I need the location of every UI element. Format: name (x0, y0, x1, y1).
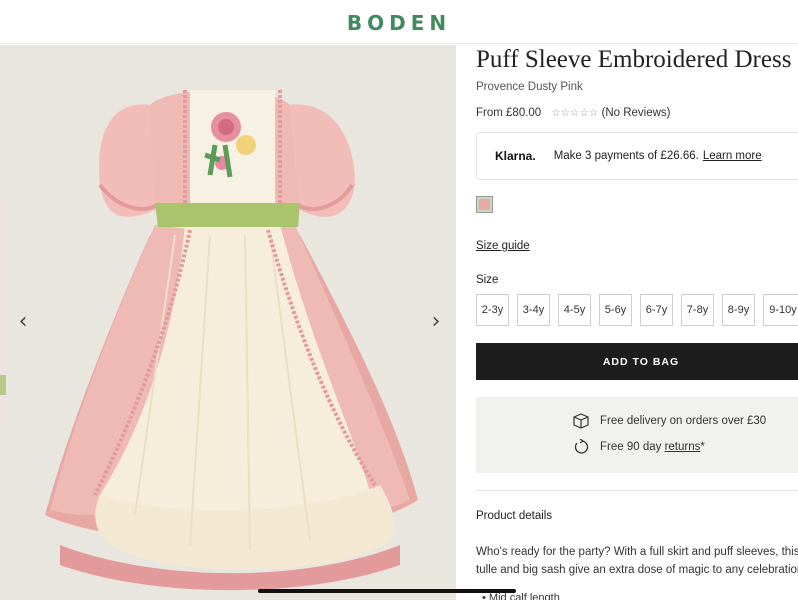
star-rating-icon: ☆☆☆☆☆ (551, 107, 599, 119)
size-option[interactable]: 8-9y (722, 294, 755, 326)
product-price: From £80.00 (476, 107, 542, 119)
product-color: Provence Dusty Pink (476, 81, 583, 93)
color-swatch[interactable] (476, 196, 493, 213)
size-guide-link[interactable]: Size guide (476, 240, 530, 252)
product-title: Puff Sleeve Embroidered Dress (476, 46, 792, 73)
returns-asterisk: * (700, 441, 705, 453)
product-details-heading[interactable]: Product details (476, 510, 552, 522)
site-header: BODEN (0, 0, 798, 44)
product-image-dress (45, 90, 418, 591)
size-option[interactable]: 2-3y (476, 294, 509, 326)
size-option[interactable]: 7-8y (681, 294, 714, 326)
rating-stars[interactable]: ☆☆☆☆☆ (No Reviews) (551, 107, 670, 119)
size-option[interactable]: 9-10y (763, 294, 798, 326)
chevron-right-icon: › (431, 309, 441, 334)
price-rating-row: From £80.00 ☆☆☆☆☆ (No Reviews) (476, 107, 671, 119)
delivery-info-box: Free delivery on orders over £30 Free 90… (476, 397, 798, 473)
boden-logo[interactable]: BODEN (0, 11, 798, 35)
description-line: tulle and big sash give an extra dose of… (476, 564, 798, 576)
chevron-left-icon: ‹ (18, 309, 28, 334)
free-returns-line: Free 90 day returns * (572, 439, 705, 455)
size-option[interactable]: 4-5y (558, 294, 591, 326)
free-delivery-line: Free delivery on orders over £30 (572, 413, 766, 429)
klarna-text: Make 3 payments of £26.66. (553, 150, 699, 162)
section-divider (476, 490, 798, 491)
next-image-button[interactable]: › (421, 307, 451, 337)
product-description: Who's ready for the party? With a full s… (476, 543, 798, 579)
size-label: Size (476, 274, 499, 286)
product-image-gallery[interactable]: ‹ › (0, 45, 456, 600)
klarna-learn-more-link[interactable]: Learn more (703, 150, 762, 162)
reviews-count: (No Reviews) (601, 107, 671, 119)
description-line: Who's ready for the party? With a full s… (476, 546, 798, 558)
klarna-logo: Klarna. (495, 149, 536, 163)
add-to-bag-button[interactable]: ADD TO BAG (476, 343, 798, 380)
product-details-panel: Puff Sleeve Embroidered Dress Provence D… (476, 44, 798, 600)
free-delivery-text: Free delivery on orders over £30 (600, 415, 767, 427)
box-icon (573, 413, 589, 429)
klarna-banner: Klarna. Make 3 payments of £26.66. Learn… (476, 132, 798, 180)
size-option[interactable]: 6-7y (640, 294, 673, 326)
detail-bullet: • Mid calf length (482, 592, 560, 600)
size-option[interactable]: 3-4y (517, 294, 550, 326)
size-selector: 2-3y 3-4y 4-5y 5-6y 6-7y 7-8y 8-9y 9-10y (476, 294, 798, 326)
free-returns-prefix: Free 90 day (600, 441, 662, 453)
returns-link[interactable]: returns (665, 441, 701, 453)
size-option[interactable]: 5-6y (599, 294, 632, 326)
previous-image-button[interactable]: ‹ (8, 307, 38, 337)
return-arrow-icon (574, 439, 589, 454)
